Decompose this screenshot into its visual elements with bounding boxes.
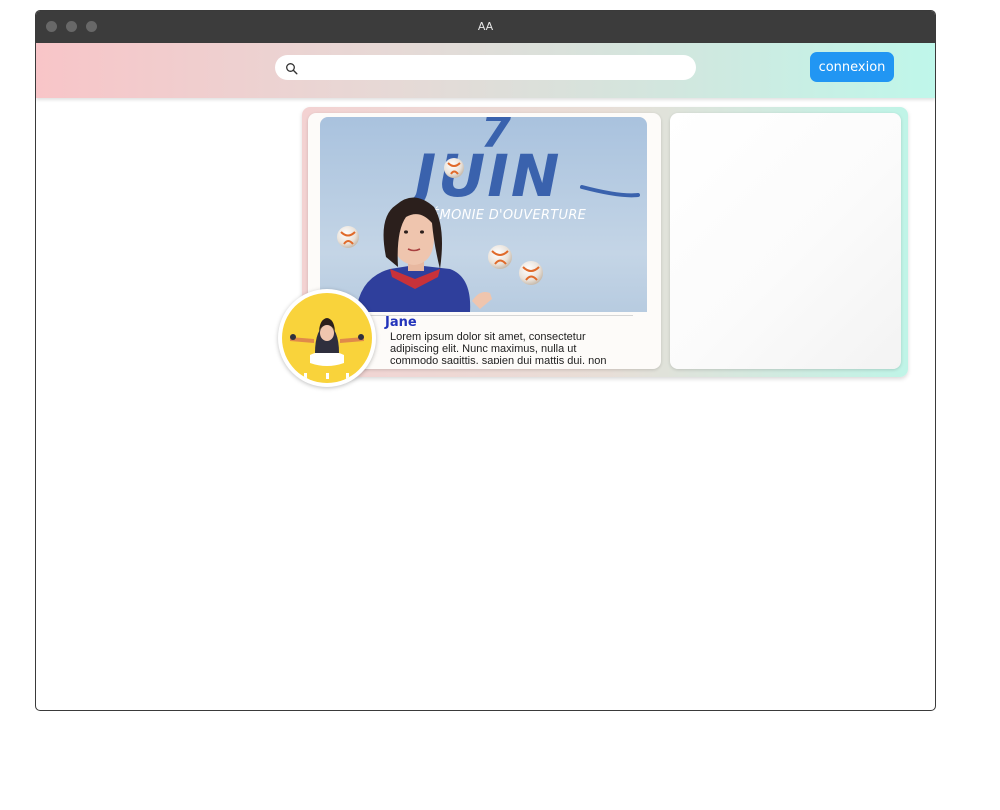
post-author-name[interactable]: Jane: [385, 315, 417, 330]
post-image-graphic: 7 JUIN CÉRÉMONIE D'OUVERTURE: [337, 117, 640, 312]
avatar-picture: [282, 293, 372, 383]
top-navbar: connexion: [36, 43, 935, 98]
post-image[interactable]: 7 JUIN CÉRÉMONIE D'OUVERTURE: [320, 117, 647, 312]
app-window: AA connexion 7 JUIN CÉRÉMONIE D'OUVERTUR…: [35, 10, 936, 711]
ball-icon: [444, 158, 464, 178]
ball-icon: [519, 261, 543, 285]
ball-icon: [488, 245, 512, 269]
connexion-button[interactable]: connexion: [810, 52, 894, 82]
event-headline: JUIN: [405, 142, 562, 210]
author-avatar[interactable]: [278, 289, 376, 387]
search-input[interactable]: [303, 55, 683, 80]
title-bar: AA: [36, 11, 935, 43]
post-text: Lorem ipsum dolor sit amet, consectetur …: [390, 331, 607, 364]
empty-post-card: [670, 113, 901, 369]
window-title: AA: [477, 20, 494, 33]
ball-icon: [337, 226, 359, 248]
feed-panel: 7 JUIN CÉRÉMONIE D'OUVERTURE Jane Lorem …: [302, 107, 908, 377]
search-bar[interactable]: [275, 55, 696, 80]
search-icon: [286, 63, 298, 75]
